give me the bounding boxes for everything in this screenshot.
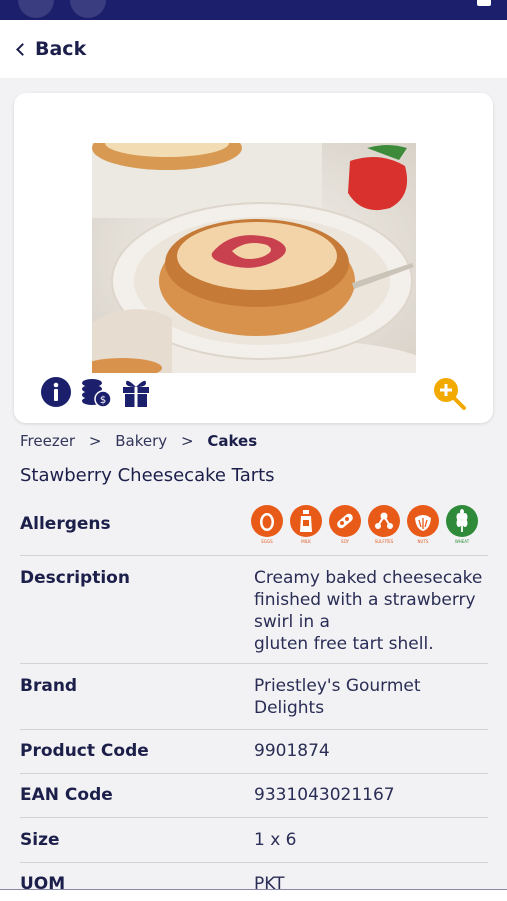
product-code-row: Product Code 9901874 (20, 729, 488, 774)
brand-value: Priestley's Gourmet Delights (254, 676, 421, 718)
svg-text:$: $ (100, 395, 106, 406)
allergens-row: Allergens EGGS MILK SOY SULFITES NUTS WH… (20, 500, 488, 556)
product-code-value: 9901874 (254, 741, 330, 761)
molecule-icon (368, 505, 400, 537)
allergens-label: Allergens (20, 514, 111, 534)
back-label: Back (35, 38, 87, 60)
ean-code-label: EAN Code (20, 785, 113, 805)
header-mini-icon[interactable] (477, 0, 491, 6)
breadcrumb-separator: > (88, 432, 102, 450)
breadcrumb-separator: > (180, 432, 194, 450)
uom-value: PKT (254, 874, 285, 889)
gift-icon[interactable] (120, 376, 152, 408)
back-button[interactable]: Back (16, 38, 87, 60)
allergen-eggs: EGGS (250, 505, 284, 544)
nav-bar: Back (0, 20, 507, 78)
header-circle-left[interactable] (18, 0, 54, 18)
allergen-wheat: WHEAT (445, 505, 479, 544)
breadcrumb-bakery[interactable]: Bakery (115, 432, 167, 450)
allergen-label: NUTS (417, 539, 429, 544)
ean-code-value: 9331043021167 (254, 785, 395, 805)
description-row: Description Creamy baked cheesecake fini… (20, 555, 488, 664)
brand-label: Brand (20, 676, 78, 696)
allergen-label: EGGS (261, 539, 273, 544)
ean-code-row: EAN Code 9331043021167 (20, 773, 488, 818)
egg-icon (251, 505, 283, 537)
product-image-card: $ (14, 93, 493, 423)
description-label: Description (20, 568, 130, 588)
breadcrumb-freezer[interactable]: Freezer (20, 432, 75, 450)
coins-icon[interactable]: $ (80, 376, 112, 408)
allergen-milk: MILK (289, 505, 323, 544)
status-bar (0, 0, 507, 20)
bottom-bar (0, 889, 507, 901)
size-label: Size (20, 830, 60, 850)
size-row: Size 1 x 6 (20, 817, 488, 863)
product-photo[interactable] (92, 143, 416, 373)
header-circle-right[interactable] (70, 0, 106, 18)
allergen-nuts: NUTS (406, 505, 440, 544)
product-title: Stawberry Cheesecake Tarts (20, 465, 275, 486)
milk-icon (290, 505, 322, 537)
size-value: 1 x 6 (254, 830, 297, 850)
wheat-icon (446, 505, 478, 537)
soy-icon (329, 505, 361, 537)
zoom-in-icon[interactable] (431, 375, 467, 411)
breadcrumb-cakes[interactable]: Cakes (207, 432, 257, 450)
allergen-soy: SOY (328, 505, 362, 544)
allergen-label: SULFITES (374, 539, 394, 544)
allergen-label: WHEAT (454, 539, 470, 544)
breadcrumb: Freezer > Bakery > Cakes (20, 432, 266, 450)
allergen-sulfites: SULFITES (367, 505, 401, 544)
allergen-icons: EGGS MILK SOY SULFITES NUTS WHEAT (250, 505, 479, 544)
brand-row: Brand Priestley's Gourmet Delights (20, 663, 488, 730)
allergen-label: SOY (341, 539, 349, 544)
description-value: Creamy baked cheesecake finished with a … (254, 568, 483, 654)
product-code-label: Product Code (20, 741, 149, 761)
nut-icon (407, 505, 439, 537)
uom-row: UOM PKT (20, 862, 488, 889)
allergen-label: MILK (301, 539, 311, 544)
info-icon[interactable] (40, 376, 72, 408)
chevron-left-icon (16, 43, 29, 56)
product-action-icons: $ (40, 376, 152, 408)
uom-label: UOM (20, 874, 66, 889)
